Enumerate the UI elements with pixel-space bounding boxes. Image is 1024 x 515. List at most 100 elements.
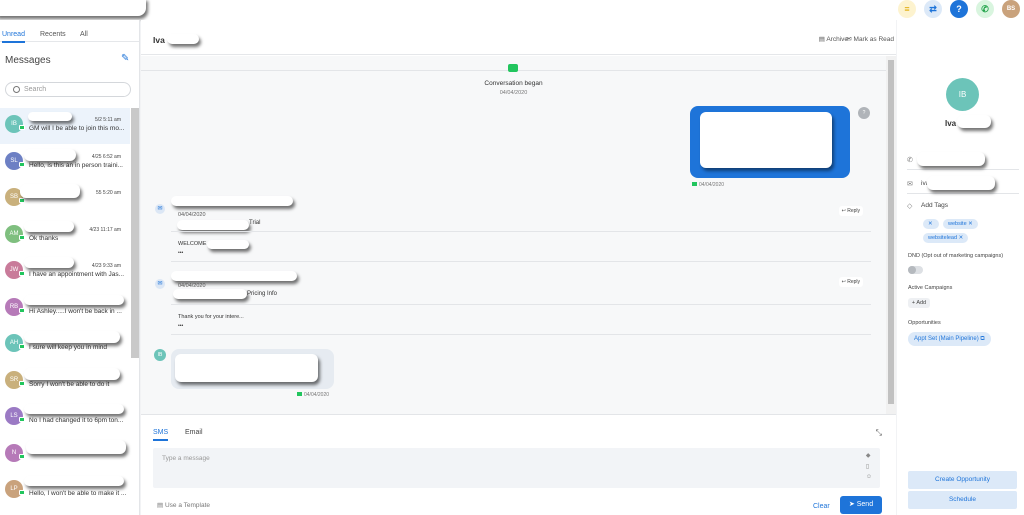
contact-avatar: RB <box>5 297 23 316</box>
email-1-body: WELCOME <box>178 241 207 247</box>
dnd-toggle[interactable] <box>908 266 923 274</box>
contact-avatar: IB <box>5 115 23 133</box>
list-item[interactable]: RB Hi Ashley.....I won't be back in ... <box>0 291 130 327</box>
conversation-began-date: 04/04/2020 <box>499 90 528 96</box>
input-icons: ◆ ▯ ☺ <box>866 452 872 480</box>
add-campaign-button[interactable]: + Add <box>908 298 930 308</box>
redacted-location-name <box>0 0 146 16</box>
list-item[interactable]: SR Sorry I won't be able to do it <box>0 364 130 400</box>
list-scrollbar[interactable] <box>131 108 139 358</box>
tab-all[interactable]: All <box>80 31 88 38</box>
conversation-tabs: Unread Recents All <box>0 28 139 43</box>
template-icon: ▤ <box>157 502 164 509</box>
list-item[interactable]: N <box>0 437 130 473</box>
collapse-icon[interactable]: ⤡ <box>876 428 882 438</box>
send-button[interactable]: ➤ Send <box>840 496 882 514</box>
email-1-date: 04/04/2020 <box>178 212 206 218</box>
contact-avatar: SL <box>5 151 23 170</box>
create-opportunity-button[interactable]: Create Opportunity <box>908 471 1017 489</box>
envelope-open-icon: ✉ <box>846 36 852 43</box>
message-preview: Hi Ashley.....I won't be back in ... <box>29 307 122 315</box>
email-1-more[interactable]: ••• <box>178 250 183 256</box>
email-icon: ✉ <box>155 204 165 214</box>
message-preview: No I had changed it to 6pm ton... <box>29 417 124 424</box>
thread-scroll-thumb[interactable] <box>888 60 894 404</box>
archive-button[interactable]: ▤ Archive <box>819 35 848 43</box>
thread-scrollbar[interactable] <box>886 56 896 414</box>
tab-recents[interactable]: Recents <box>40 31 66 38</box>
contact-detail-name: Iva <box>945 119 957 128</box>
email-2-body: Thank you for your intere... <box>178 314 244 320</box>
tag-icon[interactable]: ◆ <box>866 452 872 459</box>
top-icons: ≡ ⇄ ? ✆ BS <box>898 0 1020 18</box>
list-item[interactable]: LP Hello, I won't be able to make it ... <box>0 473 130 509</box>
compose-icon[interactable]: ✎ <box>121 54 131 64</box>
sms-icon <box>19 198 25 203</box>
user-avatar[interactable]: BS <box>1002 0 1020 18</box>
swap-icon[interactable]: ⇄ <box>924 0 942 18</box>
redacted-sender <box>171 271 297 281</box>
schedule-button[interactable]: Schedule <box>908 491 1017 509</box>
email-message-1: 04/04/2020 Trial WELCOME ••• ↩ Reply <box>171 196 871 274</box>
sms-icon <box>19 490 25 495</box>
add-tags-row[interactable]: ◇ Add Tags <box>907 200 1019 216</box>
email-icon: ✉ <box>155 279 165 289</box>
tag-icon: ◇ <box>907 203 913 210</box>
opportunities-label: Opportunities <box>908 320 941 326</box>
attachment-icon[interactable]: ▯ <box>866 463 872 470</box>
emoji-icon[interactable]: ☺ <box>866 474 872 480</box>
redacted-contact-name <box>28 112 72 121</box>
tag-remove-chip[interactable]: ✕ <box>923 219 939 229</box>
search-input[interactable]: Search <box>5 82 131 97</box>
redacted-contact-name <box>24 404 124 414</box>
tab-unread[interactable]: Unread <box>2 31 25 43</box>
redacted-email <box>927 176 995 190</box>
add-tags-label: Add Tags <box>921 202 948 209</box>
redacted-subject <box>173 289 247 299</box>
tag-chip-website[interactable]: website ✕ <box>943 219 978 229</box>
list-icon[interactable]: ≡ <box>898 0 916 18</box>
email-2-more[interactable]: ••• <box>178 323 183 329</box>
opportunity-chip[interactable]: Appt Set (Main Pipeline) ⧉ <box>908 332 991 346</box>
top-bar: ≡ ⇄ ? ✆ BS <box>0 0 1024 20</box>
contact-avatar: AM <box>5 224 23 243</box>
mark-read-label: Mark as Read <box>853 36 894 43</box>
list-item[interactable]: SB 55 5:20 am <box>0 181 130 217</box>
list-item[interactable]: AH I sure will keep you in mind <box>0 327 130 363</box>
conversation-began-label: Conversation began <box>484 80 543 87</box>
list-item[interactable]: LS No I had changed it to 6pm ton... <box>0 400 130 436</box>
sms-icon <box>19 271 25 276</box>
list-item[interactable]: IB 5/2 5:11 am GM will I be able to join t… <box>0 108 130 144</box>
reply-button-2[interactable]: ↩ Reply <box>838 277 863 287</box>
mark-as-read-button[interactable]: ✉ Mark as Read <box>846 35 894 43</box>
list-item[interactable]: JW 4/23 9:33 am I have an appointment with… <box>0 254 130 290</box>
use-template-button[interactable]: ▤ Use a Template <box>157 501 210 509</box>
redacted-phone <box>917 152 985 166</box>
reply-button-1[interactable]: ↩ Reply <box>838 206 863 216</box>
email-2-divider <box>171 304 871 305</box>
contact-details-panel: IB Iva ✆ ✉ iva ◇ Add Tags ✕ website ✕ we… <box>897 20 1024 515</box>
message-input[interactable]: Type a message ◆ ▯ ☺ <box>153 448 880 488</box>
clear-button[interactable]: Clear <box>813 503 830 510</box>
redacted-contact-name <box>24 257 74 268</box>
help-icon[interactable]: ? <box>950 0 968 18</box>
redacted-body <box>207 240 249 249</box>
message-placeholder: Type a message <box>162 455 210 462</box>
tag-chip-websitelead[interactable]: websitelead ✕ <box>923 233 969 243</box>
incoming-message <box>171 349 334 389</box>
phone-icon[interactable]: ✆ <box>976 0 994 18</box>
tab-email[interactable]: Email <box>185 429 203 436</box>
chat-icon <box>508 64 518 72</box>
contact-avatar: AH <box>5 334 23 352</box>
message-time: 5/2 5:11 am <box>94 117 121 123</box>
redacted-message <box>175 354 318 382</box>
email-message-2: 04/04/2020 Pricing Info Thank you for yo… <box>171 271 871 349</box>
chat-header: Iva ▤ Archive ✉ Mark as Read <box>141 20 896 55</box>
contact-avatar: LP <box>5 480 23 498</box>
message-time: 55 5:20 am <box>95 190 121 196</box>
redacted-contact-name <box>24 148 76 161</box>
outgoing-avatar: ? <box>858 107 870 119</box>
list-item[interactable]: AM 4/23 11:17 am Ok thanks <box>0 218 130 254</box>
tab-sms[interactable]: SMS <box>153 429 169 441</box>
list-item[interactable]: SL 4/25 6:52 am Hello, is this an in perso… <box>0 145 130 181</box>
